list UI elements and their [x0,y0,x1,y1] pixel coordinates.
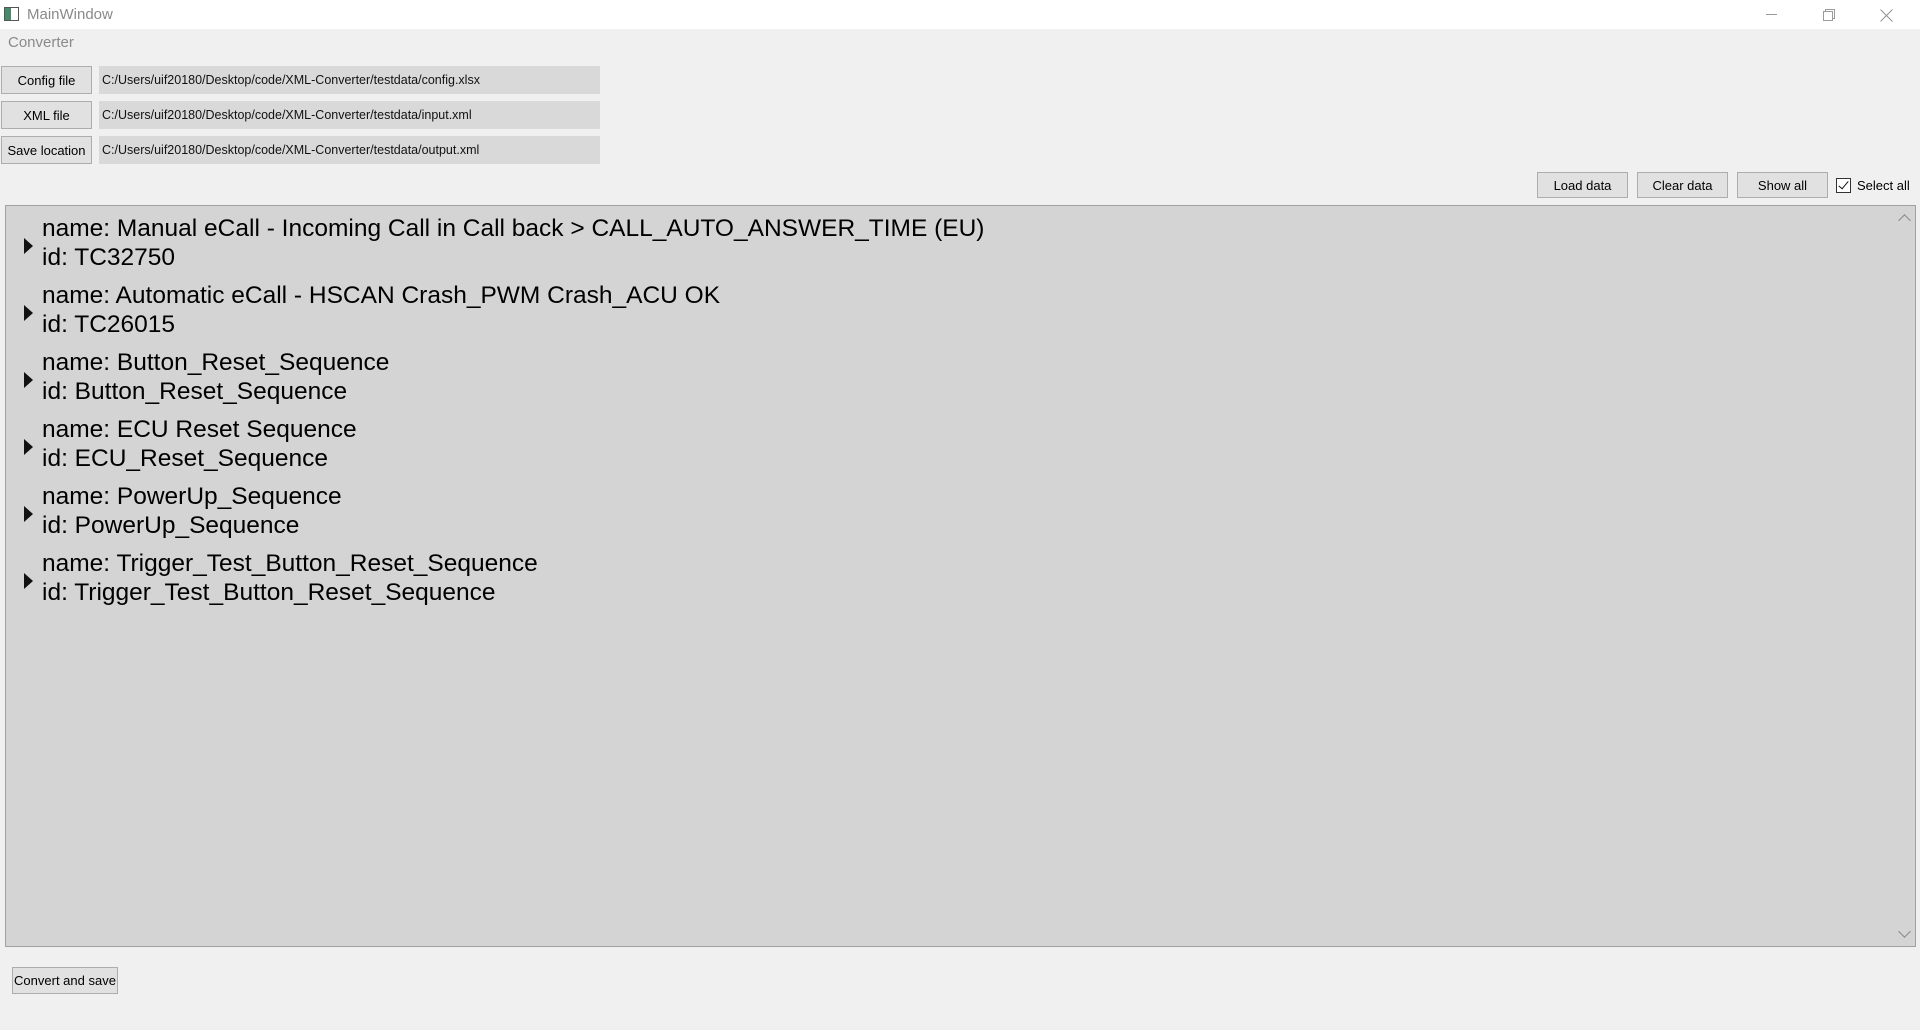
tree-item-name: name: Manual eCall - Incoming Call in Ca… [42,215,985,242]
tree-item-name: name: PowerUp_Sequence [42,483,342,510]
scroll-up-icon[interactable] [1898,214,1911,227]
expand-arrow-icon[interactable] [24,506,33,522]
save-location-button[interactable]: Save location [1,136,92,164]
minimize-icon [1765,14,1777,15]
select-all-label: Select all [1857,177,1910,193]
restore-button[interactable] [1800,0,1858,29]
tree-item-name: name: Automatic eCall - HSCAN Crash_PWM … [42,282,721,309]
expand-arrow-icon[interactable] [24,305,33,321]
config-file-button[interactable]: Config file [1,66,92,94]
close-button[interactable] [1858,0,1916,29]
tree-item[interactable]: name: PowerUp_Sequence id: PowerUp_Seque… [6,482,1886,546]
app-icon [4,7,19,21]
select-all-checkbox[interactable]: Select all [1836,175,1910,195]
expand-arrow-icon[interactable] [24,573,33,589]
clear-data-button[interactable]: Clear data [1637,172,1728,198]
expand-arrow-icon[interactable] [24,238,33,254]
show-all-button[interactable]: Show all [1737,172,1828,198]
title-bar: MainWindow [0,0,1920,29]
tree-item-name: name: ECU Reset Sequence [42,416,357,443]
expand-arrow-icon[interactable] [24,372,33,388]
tree-item[interactable]: name: Manual eCall - Incoming Call in Ca… [6,214,1886,278]
tree-item-name: name: Button_Reset_Sequence [42,349,390,376]
tree-item-id: id: PowerUp_Sequence [42,512,300,539]
checkmark-icon [1838,178,1849,189]
tree-item-id: id: TC32750 [42,244,176,271]
tree-item-id: id: Trigger_Test_Button_Reset_Sequence [42,579,496,606]
config-file-path[interactable]: C:/Users/uif20180/Desktop/code/XML-Conve… [99,66,600,94]
tree-item[interactable]: name: ECU Reset Sequence id: ECU_Reset_S… [6,415,1886,479]
minimize-button[interactable] [1742,0,1800,29]
test-case-tree[interactable]: name: Manual eCall - Incoming Call in Ca… [5,205,1916,947]
main-window: MainWindow Converter Config file C:/User… [0,0,1920,1030]
window-title: MainWindow [27,6,113,23]
tree-item-id: id: ECU_Reset_Sequence [42,445,329,472]
tree-item-name: name: Trigger_Test_Button_Reset_Sequence [42,550,538,577]
load-data-button[interactable]: Load data [1537,172,1628,198]
tree-item[interactable]: name: Trigger_Test_Button_Reset_Sequence… [6,549,1886,613]
tree-item-id: id: TC26015 [42,311,176,338]
save-location-path[interactable]: C:/Users/uif20180/Desktop/code/XML-Conve… [99,136,600,164]
tree-item[interactable]: name: Button_Reset_Sequence id: Button_R… [6,348,1886,412]
menu-bar: Converter [0,29,1920,55]
close-icon [1880,8,1894,22]
menu-item-converter[interactable]: Converter [8,34,74,51]
checkbox-box[interactable] [1836,177,1851,193]
xml-file-path[interactable]: C:/Users/uif20180/Desktop/code/XML-Conve… [99,101,600,129]
xml-file-button[interactable]: XML file [1,101,92,129]
expand-arrow-icon[interactable] [24,439,33,455]
tree-item[interactable]: name: Automatic eCall - HSCAN Crash_PWM … [6,281,1886,345]
vertical-scrollbar[interactable] [1895,206,1915,946]
restore-icon [1823,8,1835,21]
convert-and-save-button[interactable]: Convert and save [12,967,118,994]
tree-item-id: id: Button_Reset_Sequence [42,378,348,405]
scroll-down-icon[interactable] [1898,925,1911,938]
